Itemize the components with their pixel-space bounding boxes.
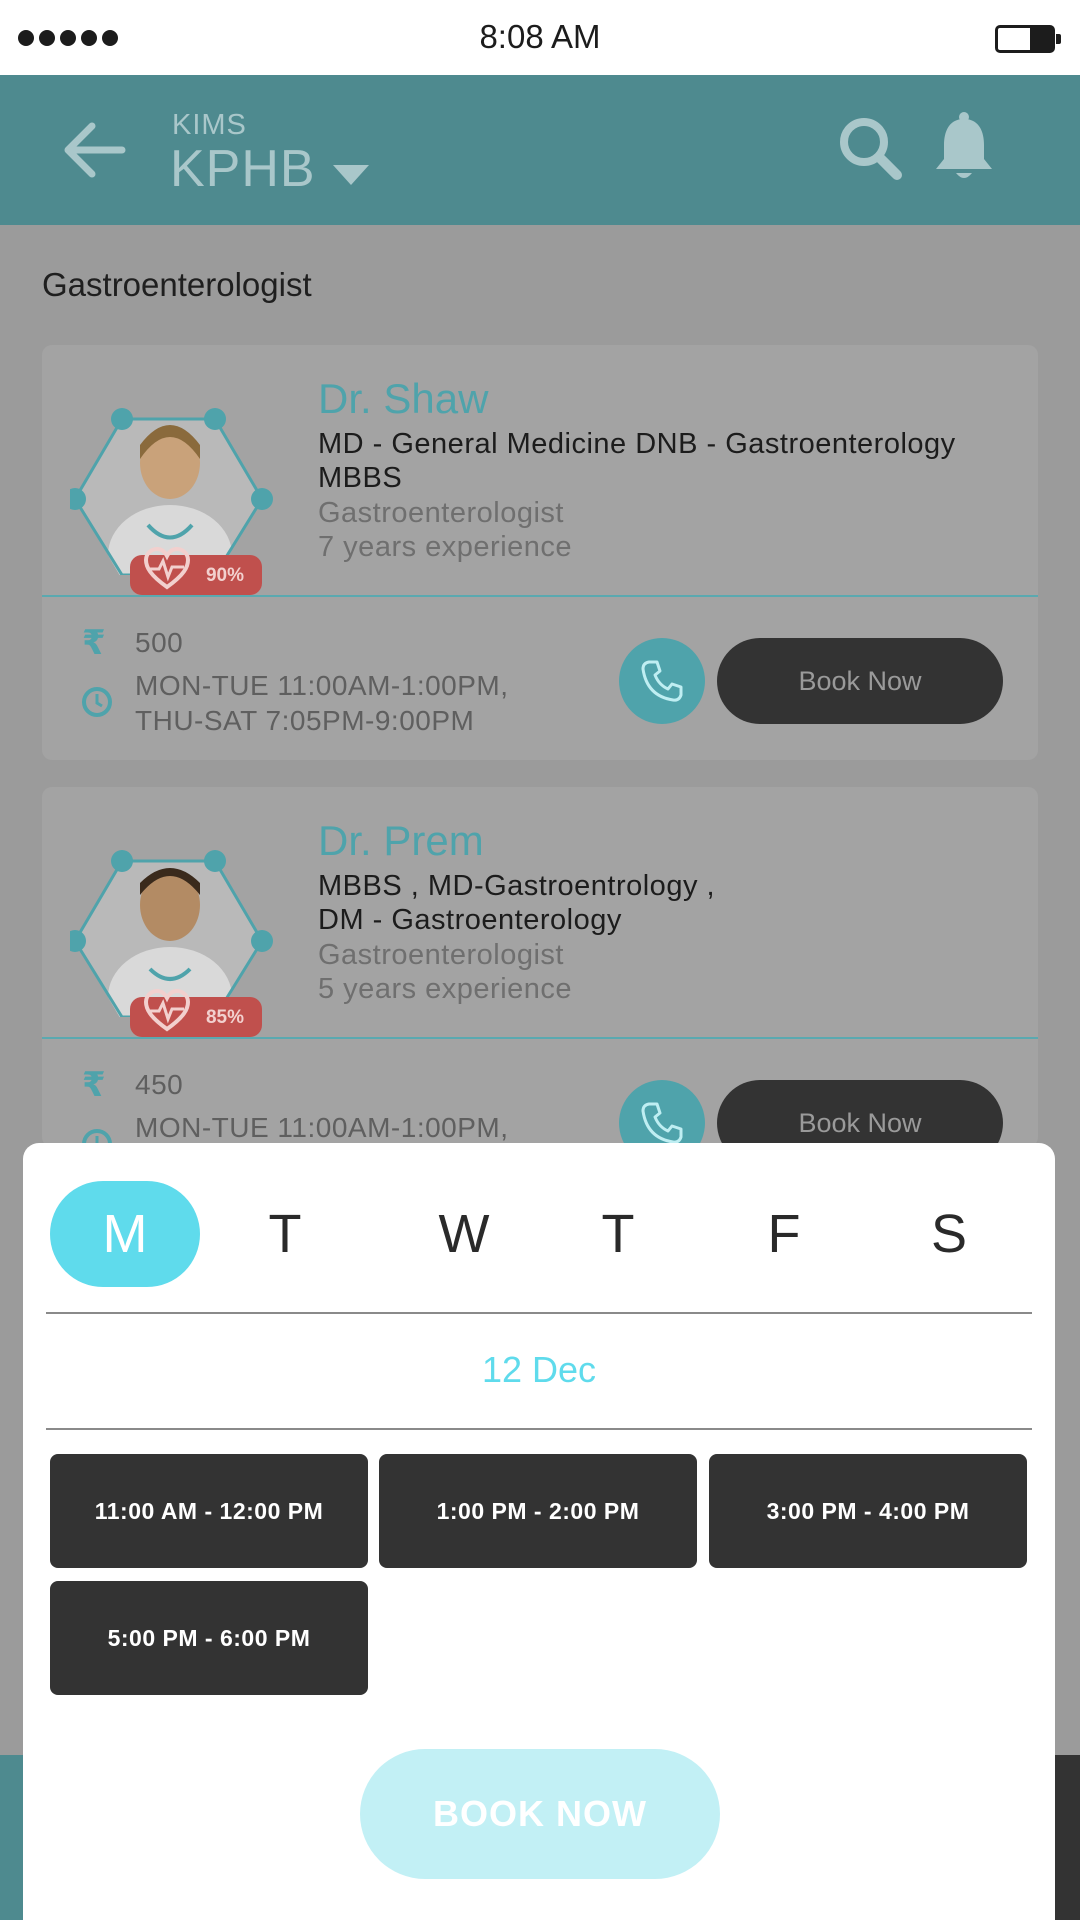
consultation-fee: 500 — [135, 627, 184, 658]
time-slot[interactable]: 1:00 PM - 2:00 PM — [379, 1454, 697, 1568]
phone-icon — [641, 1102, 683, 1144]
divider — [46, 1312, 1032, 1314]
avatar: 90% — [70, 375, 280, 595]
avatar: 85% — [70, 817, 280, 1037]
rating-value: 90% — [205, 565, 244, 586]
rating-value: 85% — [205, 1007, 244, 1028]
book-now-main-button[interactable]: BOOK NOW — [360, 1749, 720, 1879]
card-divider — [42, 595, 1038, 597]
app-header: KIMS KPHB — [0, 75, 1080, 225]
status-time: 8:08 AM — [479, 18, 601, 55]
card-divider — [42, 1037, 1038, 1039]
call-button[interactable] — [619, 638, 705, 724]
doctor-name[interactable]: Dr. Prem — [318, 817, 484, 865]
day-friday[interactable]: F — [709, 1181, 859, 1287]
day-thursday[interactable]: T — [543, 1181, 693, 1287]
timing-line: THU-SAT 7:05PM-9:00PM — [135, 705, 475, 736]
timing-line: MON-TUE 11:00AM-1:00PM, — [135, 1112, 509, 1143]
doctor-card[interactable]: 85% Dr. Prem MBBS , MD-Gastroentrology ,… — [42, 787, 1038, 1166]
phone-icon — [641, 660, 683, 702]
doctor-experience: 7 years experience — [318, 531, 573, 563]
heart-icon — [144, 989, 190, 1032]
day-monday[interactable]: M — [50, 1181, 200, 1287]
doctor-name[interactable]: Dr. Shaw — [318, 375, 488, 423]
divider — [46, 1428, 1032, 1430]
doctor-specialty: Gastroenterologist — [318, 497, 564, 529]
day-wednesday[interactable]: W — [389, 1181, 539, 1287]
status-bar: 8:08 AM — [0, 0, 1080, 75]
time-slot[interactable]: 11:00 AM - 12:00 PM — [50, 1454, 368, 1568]
clock-icon — [82, 687, 112, 717]
rating-badge: 90% — [130, 547, 262, 595]
doctor-card[interactable]: 90% Dr. Shaw MD - General Medicine DNB -… — [42, 345, 1038, 760]
search-icon[interactable] — [835, 113, 905, 183]
day-tuesday[interactable]: T — [210, 1181, 360, 1287]
time-slot[interactable]: 5:00 PM - 6:00 PM — [50, 1581, 368, 1695]
heart-icon — [144, 547, 190, 590]
caret-down-icon[interactable] — [333, 163, 369, 187]
day-saturday[interactable]: S — [874, 1181, 1024, 1287]
consultation-fee: 450 — [135, 1069, 184, 1100]
hexagon-frame — [70, 850, 273, 1017]
doctor-experience: 5 years experience — [318, 973, 573, 1005]
doctor-timings: MON-TUE 11:00AM-1:00PM, — [135, 1110, 509, 1145]
location-selector[interactable]: KPHB — [170, 139, 316, 199]
rupee-icon: ₹ — [82, 624, 106, 662]
doctor-timings: MON-TUE 11:00AM-1:00PM, THU-SAT 7:05PM-9… — [135, 668, 509, 738]
selected-date: 12 Dec — [481, 1349, 597, 1390]
timing-line: MON-TUE 11:00AM-1:00PM, — [135, 670, 509, 701]
hexagon-frame — [70, 408, 273, 575]
bell-icon[interactable] — [932, 111, 996, 183]
book-now-button[interactable]: Book Now — [717, 638, 1003, 724]
rating-badge: 85% — [130, 989, 262, 1037]
battery-icon — [995, 25, 1061, 53]
booking-sheet: M T W T F S 12 Dec 11:00 AM - 12:00 PM 1… — [23, 1143, 1055, 1920]
doctor-specialty: Gastroenterologist — [318, 939, 564, 971]
time-slot[interactable]: 3:00 PM - 4:00 PM — [709, 1454, 1027, 1568]
section-title: Gastroenterologist — [42, 266, 312, 303]
rupee-icon: ₹ — [82, 1066, 106, 1104]
day-selector: M T W T F S — [23, 1143, 1055, 1311]
hospital-name[interactable]: KIMS — [172, 109, 247, 142]
doctor-qualifications: MD - General Medicine DNB - Gastroentero… — [318, 428, 956, 494]
doctor-qualifications: MBBS , MD-Gastroentrology , DM - Gastroe… — [318, 870, 716, 936]
back-arrow-icon[interactable] — [60, 115, 130, 185]
